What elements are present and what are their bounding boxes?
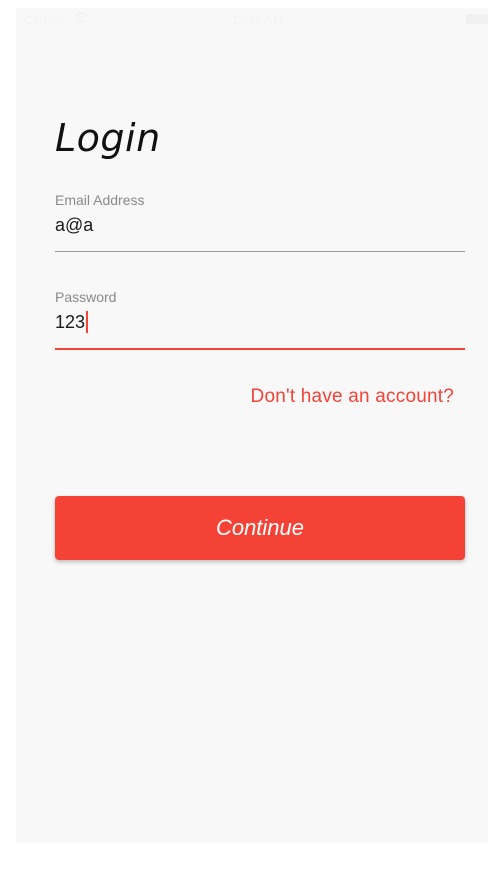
email-input[interactable]: a@a	[55, 213, 465, 237]
status-bar: Carrier 12:18 AM	[16, 8, 488, 30]
page-title: Login	[55, 116, 161, 160]
password-input[interactable]: 123	[55, 310, 465, 334]
email-field-underline	[55, 251, 465, 252]
email-field[interactable]: Email Address a@a	[55, 192, 465, 252]
text-cursor	[86, 311, 89, 333]
password-input-value: 123	[55, 311, 86, 332]
continue-button[interactable]: Continue	[55, 496, 465, 560]
wifi-icon	[74, 12, 88, 23]
password-field-label: Password	[55, 289, 117, 305]
app-screen: Carrier 12:18 AM Login Email Address a@a…	[16, 8, 488, 843]
email-input-value: a@a	[55, 214, 94, 235]
signup-link[interactable]: Don't have an account?	[251, 386, 454, 408]
email-field-label: Email Address	[55, 192, 145, 208]
continue-button-label: Continue	[215, 515, 305, 540]
password-field-underline	[55, 348, 465, 350]
status-time: 12:18 AM	[232, 13, 283, 27]
password-field[interactable]: Password 123	[55, 289, 465, 350]
carrier-label: Carrier	[24, 13, 61, 27]
battery-icon	[466, 14, 488, 24]
